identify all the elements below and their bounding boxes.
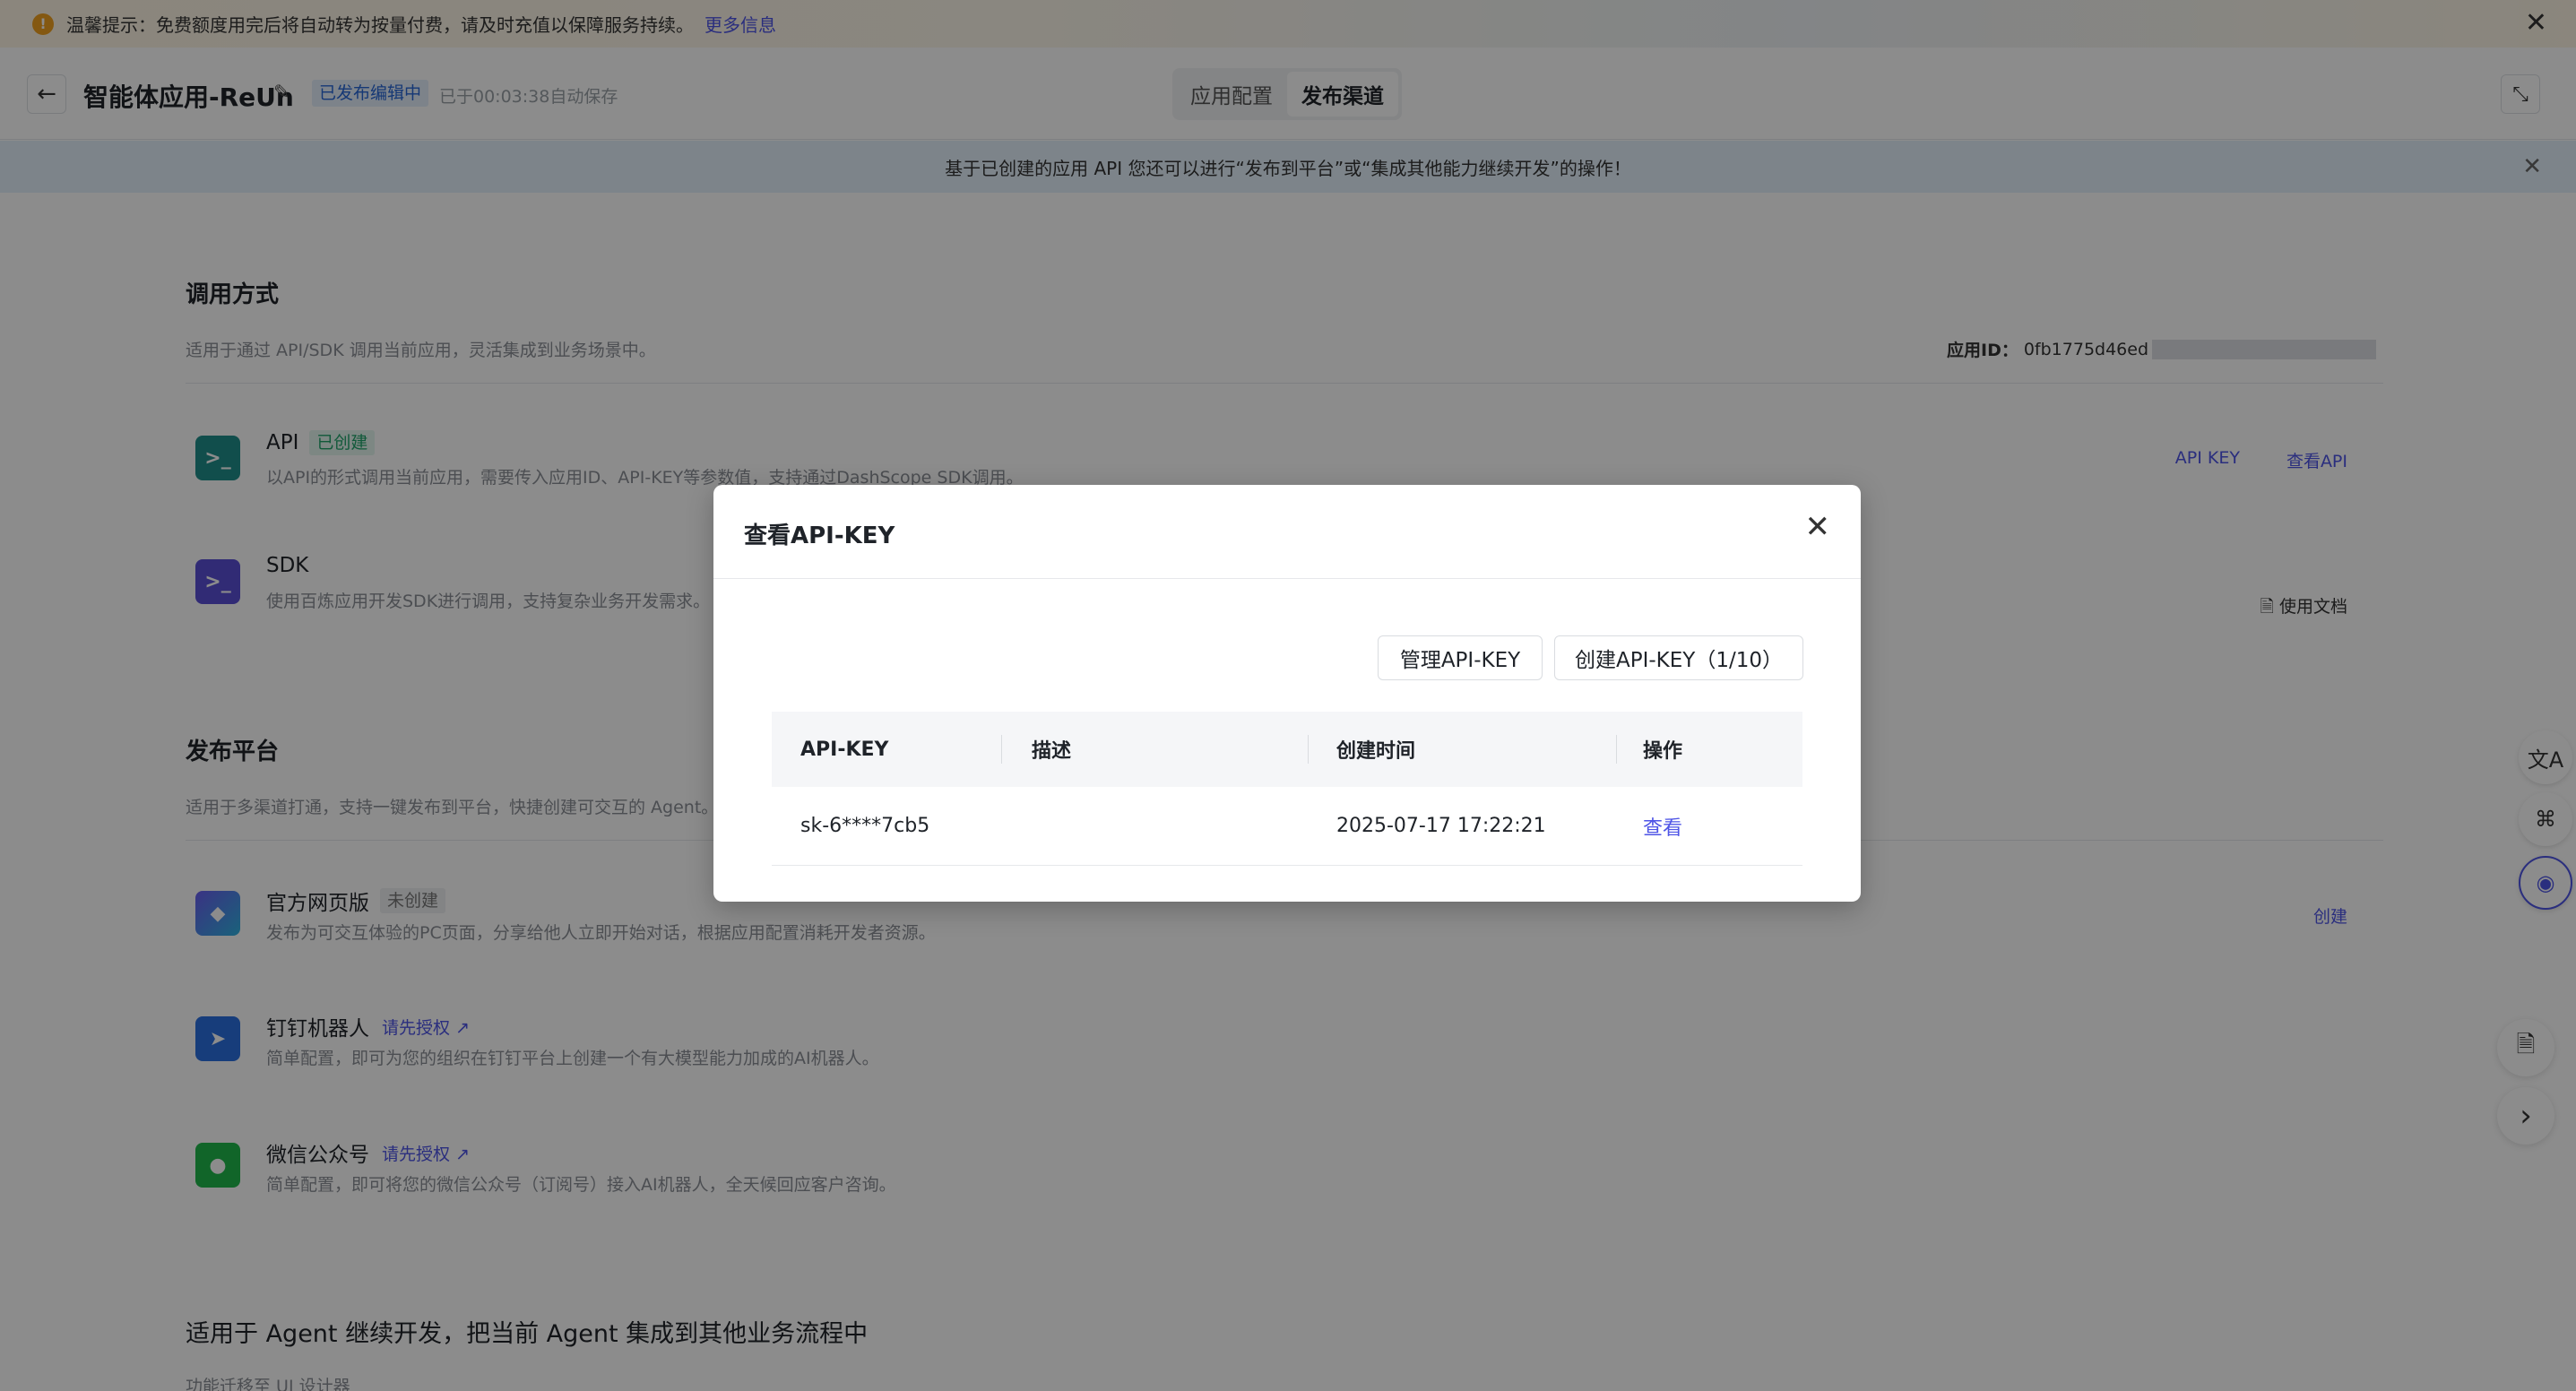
modal-header: 查看API-KEY ✕: [713, 485, 1861, 579]
table-header: API-KEY 描述 创建时间 操作: [772, 712, 1802, 787]
column-separator: [1001, 735, 1002, 764]
api-key-value: sk-6****7cb5: [800, 815, 930, 837]
column-header: 操作: [1643, 740, 1683, 763]
column-header: 创建时间: [1336, 740, 1416, 763]
column-separator: [1308, 735, 1309, 764]
created-time: 2025-07-17 17:22:21: [1336, 815, 1546, 837]
column-header: API-KEY: [800, 738, 889, 761]
manage-api-key-button[interactable]: 管理API-KEY: [1378, 635, 1543, 680]
api-key-modal: 查看API-KEY ✕ 管理API-KEY 创建API-KEY（1/10） AP…: [713, 485, 1861, 902]
page-root: ! 温馨提示：免费额度用完后将自动转为按量付费，请及时充值以保障服务持续。 更多…: [0, 0, 2576, 1391]
create-api-key-button[interactable]: 创建API-KEY（1/10）: [1554, 635, 1803, 680]
close-icon[interactable]: ✕: [1805, 512, 1831, 542]
view-key-link[interactable]: 查看: [1643, 787, 1682, 865]
column-separator: [1616, 735, 1617, 764]
table-row: sk-6****7cb5 2025-07-17 17:22:21 查看: [772, 787, 1802, 866]
column-header: 描述: [1032, 740, 1072, 763]
modal-title: 查看API-KEY: [744, 523, 895, 549]
